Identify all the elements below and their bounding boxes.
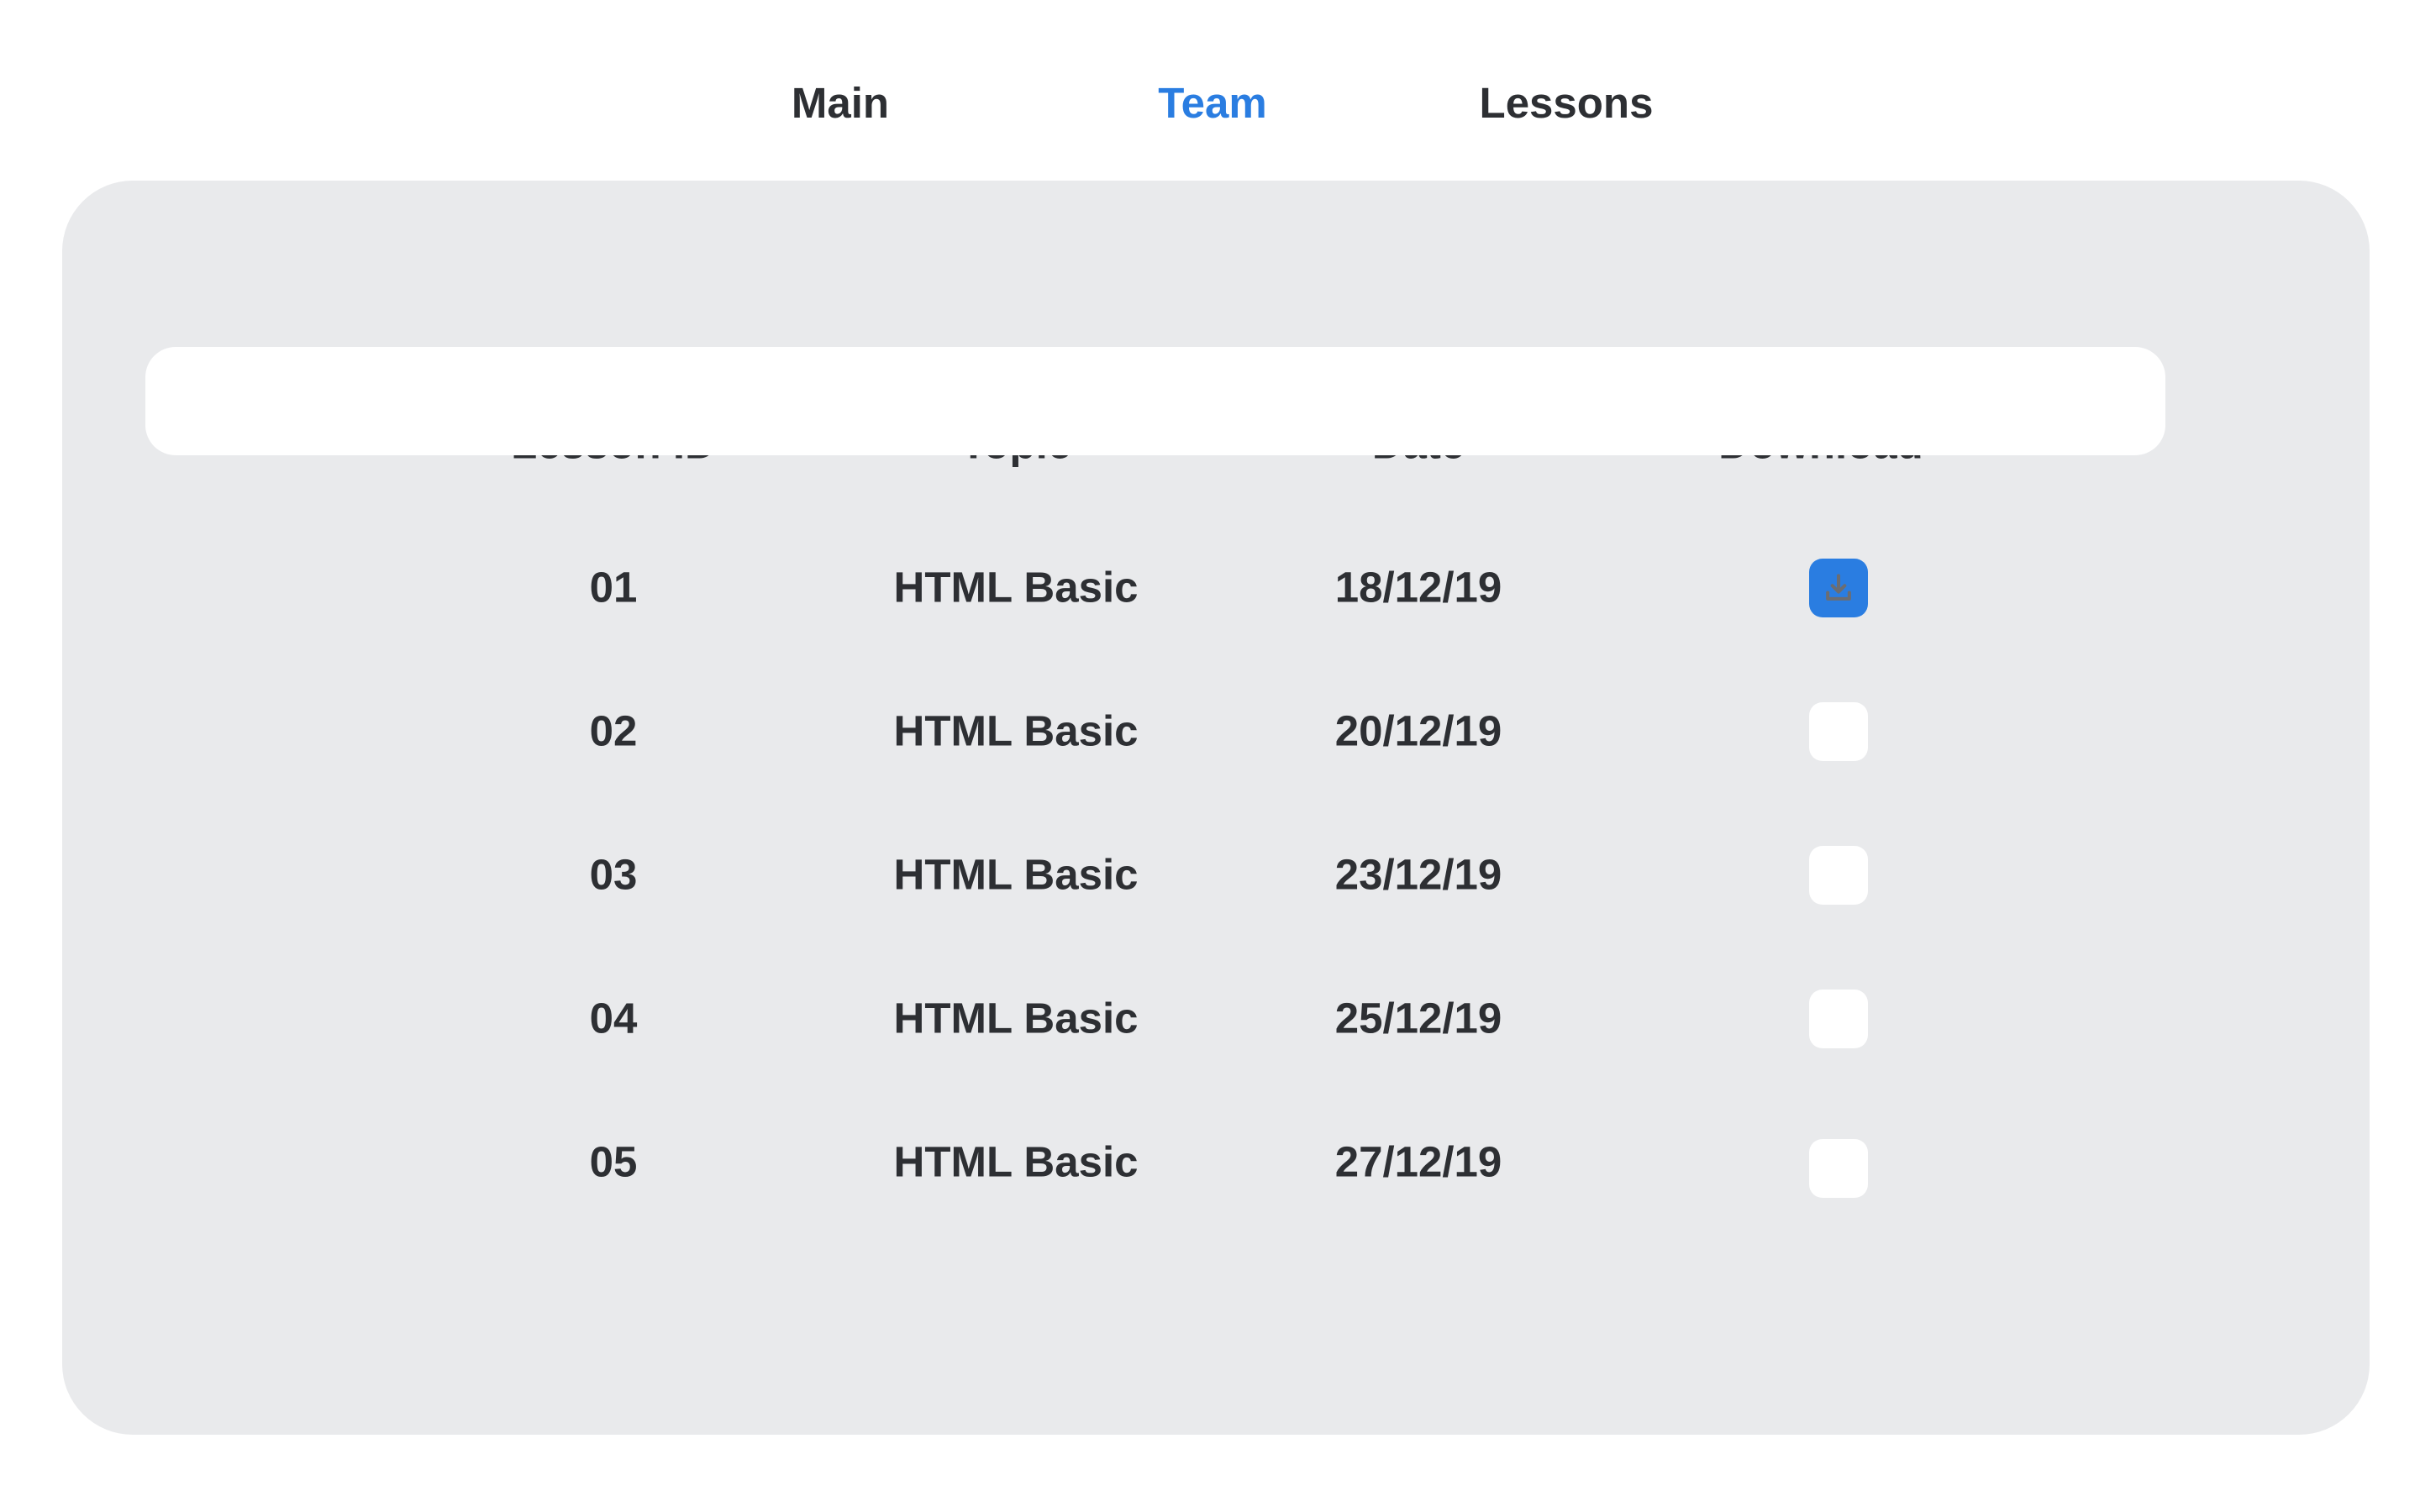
row-4-lesson-id: 04 (589, 994, 638, 1042)
row-3-download-button[interactable] (1809, 846, 1868, 905)
selected-row-highlight[interactable] (145, 347, 2165, 455)
row-5-lesson-id: 05 (589, 1137, 638, 1186)
row-1-download-button[interactable] (1809, 559, 1868, 617)
nav-item-lessons[interactable]: Lessons (1480, 74, 1654, 133)
download-icon (1826, 574, 1851, 601)
row-2-download-button[interactable] (1809, 702, 1868, 761)
row-5-date: 27/12/19 (1334, 1137, 1502, 1186)
row-1-lesson-id: 01 (589, 563, 638, 612)
row-3-topic: HTML Basic (893, 850, 1139, 899)
row-4-date: 25/12/19 (1334, 994, 1502, 1042)
row-1-date: 18/12/19 (1334, 563, 1502, 612)
row-2-date: 20/12/19 (1334, 706, 1502, 755)
row-2-lesson-id: 02 (589, 706, 638, 755)
nav-item-main[interactable]: Main (792, 74, 889, 133)
row-5-download-button[interactable] (1809, 1139, 1868, 1198)
row-4-topic: HTML Basic (893, 994, 1139, 1042)
row-3-date: 23/12/19 (1334, 850, 1502, 899)
top-nav: Main Team Lessons (0, 74, 2420, 133)
row-5-topic: HTML Basic (893, 1137, 1139, 1186)
row-1-topic: HTML Basic (893, 563, 1139, 612)
row-3-lesson-id: 03 (589, 850, 638, 899)
nav-item-team[interactable]: Team (1158, 74, 1266, 133)
row-2-topic: HTML Basic (893, 706, 1139, 755)
row-4-download-button[interactable] (1809, 990, 1868, 1048)
